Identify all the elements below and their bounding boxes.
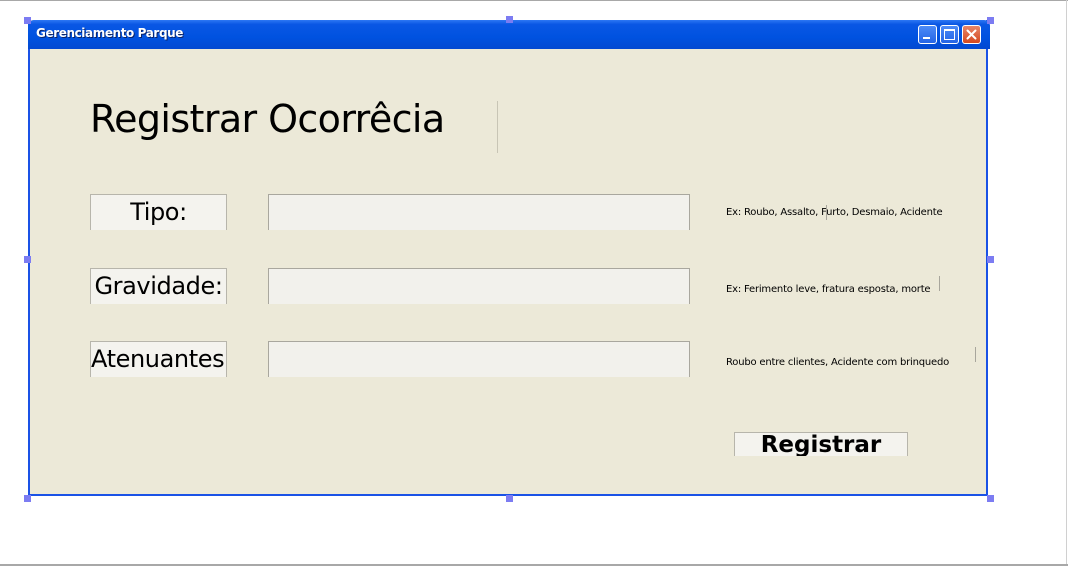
resize-handle-bottom-center[interactable] xyxy=(506,495,513,502)
resize-handle-middle-left[interactable] xyxy=(24,256,31,263)
canvas-top-border xyxy=(0,0,1068,1)
resize-handle-top-right[interactable] xyxy=(987,17,994,24)
atenuantes-hint-marker xyxy=(975,347,976,362)
window-title: Gerenciamento Parque xyxy=(36,26,184,40)
atenuantes-hint: Roubo entre clientes, Acidente com brinq… xyxy=(726,357,950,368)
tipo-hint: Ex: Roubo, Assalto, Furto, Desmaio, Acid… xyxy=(726,207,943,218)
tipo-hint-marker xyxy=(826,205,827,220)
maximize-icon xyxy=(944,29,955,40)
resize-handle-middle-right[interactable] xyxy=(987,256,994,263)
canvas-right-border xyxy=(1066,0,1067,566)
atenuantes-label: Atenuantes: xyxy=(90,341,227,377)
title-bar[interactable]: Gerenciamento Parque xyxy=(28,20,990,49)
close-icon xyxy=(966,29,977,40)
maximize-button[interactable] xyxy=(940,25,959,44)
minimize-icon xyxy=(923,37,930,39)
heading-divider xyxy=(497,101,498,153)
resize-handle-bottom-right[interactable] xyxy=(987,495,994,502)
resize-handle-top-center[interactable] xyxy=(506,16,513,23)
atenuantes-input[interactable] xyxy=(268,341,690,377)
form-heading: Registrar Ocorrêcia xyxy=(90,97,445,141)
tipo-label: Tipo: xyxy=(90,194,227,230)
form-panel: Registrar Ocorrêcia Tipo: Ex: Roubo, Ass… xyxy=(30,49,986,494)
resize-handle-bottom-left[interactable] xyxy=(24,495,31,502)
gravidade-input[interactable] xyxy=(268,268,690,304)
close-button[interactable] xyxy=(962,25,981,44)
gravidade-hint: Ex: Ferimento leve, fratura esposta, mor… xyxy=(726,284,931,295)
minimize-button[interactable] xyxy=(918,25,937,44)
gravidade-hint-marker xyxy=(939,276,940,291)
register-button[interactable]: Registrar xyxy=(734,432,908,456)
app-window: Gerenciamento Parque Registrar Ocorrêcia… xyxy=(28,20,990,496)
tipo-input[interactable] xyxy=(268,194,690,230)
resize-handle-top-left[interactable] xyxy=(24,17,31,24)
gravidade-label: Gravidade: xyxy=(90,268,227,304)
